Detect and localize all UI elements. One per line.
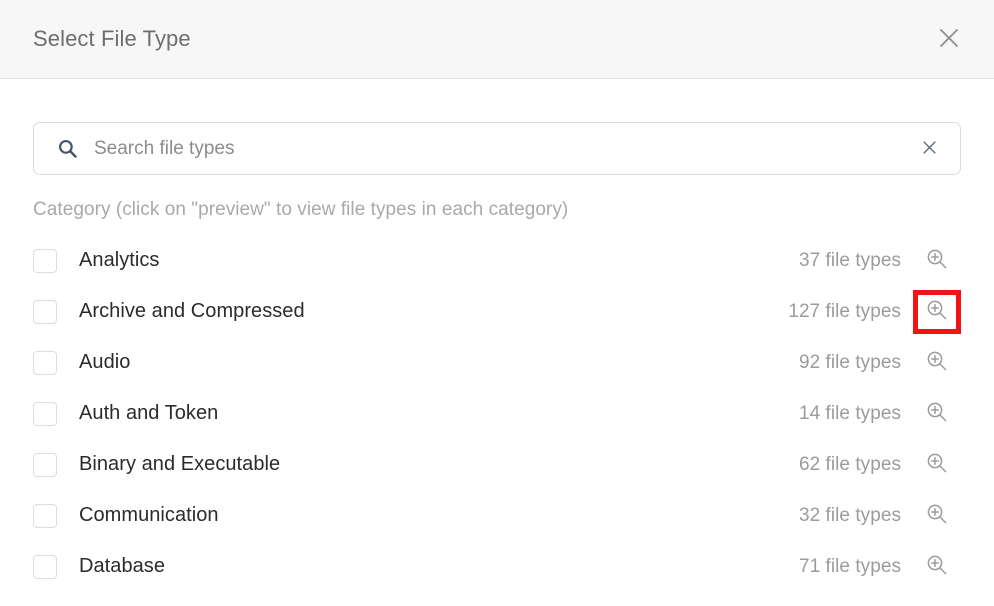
file-type-count: 127 file types <box>788 300 901 322</box>
preview-button-highlighted[interactable] <box>913 289 961 334</box>
preview-button[interactable] <box>913 494 961 538</box>
file-type-count: 92 file types <box>798 351 901 373</box>
file-type-count: 37 file types <box>798 249 901 271</box>
list-item[interactable]: Analytics 37 file types <box>33 235 961 286</box>
list-item[interactable]: Database 71 file types <box>33 541 961 592</box>
preview-button[interactable] <box>913 341 961 385</box>
file-type-count: 62 file types <box>798 453 901 475</box>
list-item[interactable]: Archive and Compressed 127 file types <box>33 286 961 337</box>
category-checkbox[interactable] <box>33 452 57 477</box>
category-checkbox[interactable] <box>33 554 57 579</box>
dialog-body: Category (click on "preview" to view fil… <box>0 79 994 606</box>
search-icon <box>58 139 77 158</box>
preview-button[interactable] <box>913 239 961 283</box>
category-list: Analytics 37 file types Archive and Comp <box>33 235 961 592</box>
search-input[interactable] <box>94 123 916 174</box>
category-checkbox[interactable] <box>33 350 57 375</box>
category-checkbox[interactable] <box>33 299 57 324</box>
dialog-header: Select File Type <box>0 0 994 79</box>
zoom-in-icon <box>926 350 948 375</box>
zoom-in-icon <box>926 299 948 324</box>
category-checkbox[interactable] <box>33 248 57 273</box>
category-label: Database <box>79 555 166 577</box>
clear-search-button[interactable] <box>916 136 942 162</box>
preview-button[interactable] <box>913 545 961 589</box>
close-icon <box>938 27 960 52</box>
zoom-in-icon <box>926 248 948 273</box>
list-item[interactable]: Auth and Token 14 file types <box>33 388 961 439</box>
file-type-count: 71 file types <box>798 555 901 577</box>
page-title: Select File Type <box>33 26 191 51</box>
close-icon <box>922 140 937 158</box>
zoom-in-icon <box>926 503 948 528</box>
close-button[interactable] <box>932 22 966 56</box>
category-label: Analytics <box>79 249 160 271</box>
category-label: Communication <box>79 504 219 526</box>
category-label: Auth and Token <box>79 402 219 424</box>
preview-button[interactable] <box>913 392 961 436</box>
list-item[interactable]: Audio 92 file types <box>33 337 961 388</box>
category-checkbox[interactable] <box>33 503 57 528</box>
category-label: Binary and Executable <box>79 453 281 475</box>
list-item[interactable]: Communication 32 file types <box>33 490 961 541</box>
file-type-count: 32 file types <box>798 504 901 526</box>
select-file-type-dialog: Select File Type Search file types Categ… <box>0 0 994 606</box>
search-bar[interactable] <box>33 122 961 175</box>
file-type-count: 14 file types <box>798 402 901 424</box>
preview-button[interactable] <box>913 443 961 487</box>
category-label: Audio <box>79 351 131 373</box>
zoom-in-icon <box>926 401 948 426</box>
category-checkbox[interactable] <box>33 401 57 426</box>
category-hint: Category (click on "preview" to view fil… <box>33 199 569 220</box>
list-item[interactable]: Binary and Executable 62 file types <box>33 439 961 490</box>
zoom-in-icon <box>926 452 948 477</box>
category-label: Archive and Compressed <box>79 300 305 322</box>
zoom-in-icon <box>926 554 948 579</box>
